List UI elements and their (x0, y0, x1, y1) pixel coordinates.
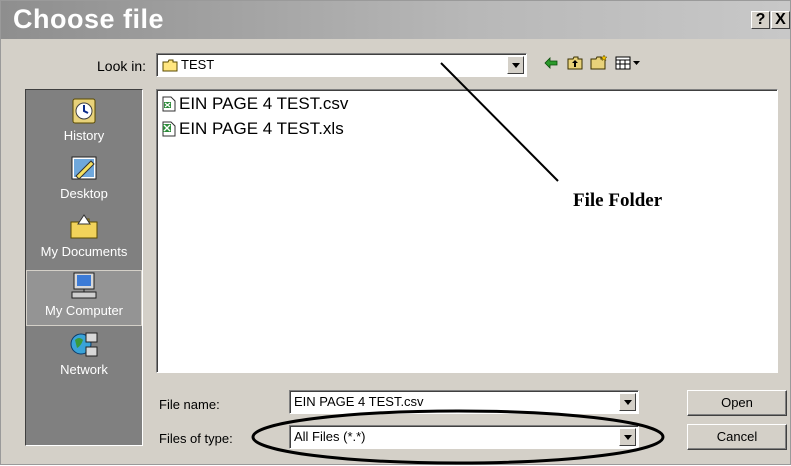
files-of-type-highlight-ellipse (251, 409, 665, 465)
annotation-overlay (251, 62, 665, 465)
annotation-pointer-line (440, 62, 559, 182)
choose-file-dialog: Choose file ? X Look in: TEST History De… (0, 0, 791, 465)
